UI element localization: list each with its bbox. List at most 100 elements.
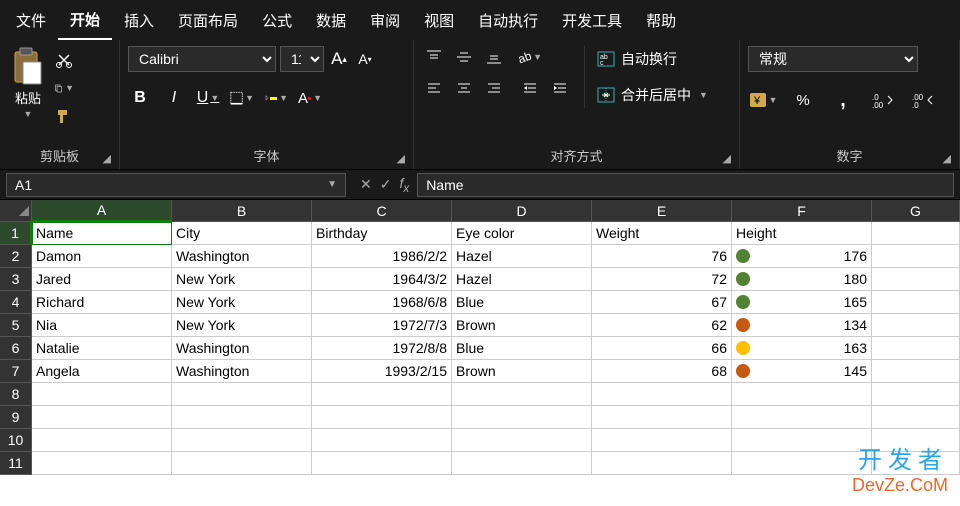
cell-G2[interactable]	[872, 245, 960, 268]
orientation-icon[interactable]: ab▼	[518, 46, 542, 68]
cell-E6[interactable]: 66	[592, 337, 732, 360]
row-header-9[interactable]: 9	[0, 406, 32, 429]
fill-color-button[interactable]: ▼	[264, 86, 288, 110]
col-header-A[interactable]: A	[32, 200, 172, 222]
align-right-icon[interactable]	[482, 78, 506, 100]
cell-B6[interactable]: Washington	[172, 337, 312, 360]
menu-item-1[interactable]: 开始	[58, 1, 112, 40]
menu-item-9[interactable]: 开发工具	[550, 2, 634, 39]
row-header-5[interactable]: 5	[0, 314, 32, 337]
menu-item-7[interactable]: 视图	[412, 2, 466, 39]
cell-F1[interactable]: Height	[732, 222, 872, 245]
cell-B2[interactable]: Washington	[172, 245, 312, 268]
cell-C2[interactable]: 1986/2/2	[312, 245, 452, 268]
cell-E4[interactable]: 67	[592, 291, 732, 314]
cell-C11[interactable]	[312, 452, 452, 475]
cell-C3[interactable]: 1964/3/2	[312, 268, 452, 291]
cell-D11[interactable]	[452, 452, 592, 475]
cell-D6[interactable]: Blue	[452, 337, 592, 360]
cell-A7[interactable]: Angela	[32, 360, 172, 383]
cell-C1[interactable]: Birthday	[312, 222, 452, 245]
decrease-indent-icon[interactable]	[518, 78, 542, 100]
border-button[interactable]: ▼	[230, 86, 254, 110]
cell-B5[interactable]: New York	[172, 314, 312, 337]
cell-E8[interactable]	[592, 383, 732, 406]
cell-A1[interactable]: Name	[32, 222, 172, 245]
row-header-1[interactable]: 1	[0, 222, 32, 245]
row-header-6[interactable]: 6	[0, 337, 32, 360]
comma-format-icon[interactable]: ,	[828, 88, 858, 112]
row-header-10[interactable]: 10	[0, 429, 32, 452]
cell-D10[interactable]	[452, 429, 592, 452]
decrease-font-icon[interactable]: A▾	[354, 48, 376, 70]
cell-A4[interactable]: Richard	[32, 291, 172, 314]
cell-B4[interactable]: New York	[172, 291, 312, 314]
cell-A6[interactable]: Natalie	[32, 337, 172, 360]
confirm-formula-icon[interactable]: ✓	[380, 176, 392, 193]
increase-indent-icon[interactable]	[548, 78, 572, 100]
cell-F8[interactable]	[732, 383, 872, 406]
cell-G4[interactable]	[872, 291, 960, 314]
cell-F10[interactable]	[732, 429, 872, 452]
col-header-B[interactable]: B	[172, 200, 312, 222]
cell-B9[interactable]	[172, 406, 312, 429]
cell-B10[interactable]	[172, 429, 312, 452]
cell-C9[interactable]	[312, 406, 452, 429]
bold-button[interactable]: B	[128, 86, 152, 110]
cell-F2[interactable]: 176	[732, 245, 872, 268]
copy-icon[interactable]: ▼	[54, 78, 74, 98]
cell-C4[interactable]: 1968/6/8	[312, 291, 452, 314]
cell-G5[interactable]	[872, 314, 960, 337]
align-center-icon[interactable]	[452, 78, 476, 100]
cell-E11[interactable]	[592, 452, 732, 475]
menu-item-0[interactable]: 文件	[4, 2, 58, 39]
row-header-7[interactable]: 7	[0, 360, 32, 383]
paste-icon[interactable]	[8, 46, 48, 86]
cell-D9[interactable]	[452, 406, 592, 429]
cell-B7[interactable]: Washington	[172, 360, 312, 383]
cell-A2[interactable]: Damon	[32, 245, 172, 268]
decrease-decimal-icon[interactable]: .00.0	[908, 88, 938, 112]
menu-item-4[interactable]: 公式	[250, 2, 304, 39]
cell-F11[interactable]	[732, 452, 872, 475]
cell-D7[interactable]: Brown	[452, 360, 592, 383]
select-all-corner[interactable]	[0, 200, 32, 222]
row-header-2[interactable]: 2	[0, 245, 32, 268]
cell-G1[interactable]	[872, 222, 960, 245]
cell-D5[interactable]: Brown	[452, 314, 592, 337]
cell-C8[interactable]	[312, 383, 452, 406]
align-top-icon[interactable]	[422, 46, 446, 68]
cell-B8[interactable]	[172, 383, 312, 406]
cell-E2[interactable]: 76	[592, 245, 732, 268]
menu-item-3[interactable]: 页面布局	[166, 2, 250, 39]
cell-C5[interactable]: 1972/7/3	[312, 314, 452, 337]
cell-E7[interactable]: 68	[592, 360, 732, 383]
font-color-button[interactable]: A▼	[298, 86, 322, 110]
row-header-8[interactable]: 8	[0, 383, 32, 406]
font-launcher[interactable]: ◢	[397, 152, 405, 165]
cell-A8[interactable]	[32, 383, 172, 406]
cell-B11[interactable]	[172, 452, 312, 475]
cell-G3[interactable]	[872, 268, 960, 291]
paste-dropdown[interactable]: ▼	[24, 109, 33, 119]
cell-F3[interactable]: 180	[732, 268, 872, 291]
increase-font-icon[interactable]: A▴	[328, 48, 350, 70]
cell-C7[interactable]: 1993/2/15	[312, 360, 452, 383]
cell-D1[interactable]: Eye color	[452, 222, 592, 245]
col-header-C[interactable]: C	[312, 200, 452, 222]
menu-item-2[interactable]: 插入	[112, 2, 166, 39]
menu-item-8[interactable]: 自动执行	[466, 2, 550, 39]
row-header-4[interactable]: 4	[0, 291, 32, 314]
format-painter-icon[interactable]	[54, 106, 74, 126]
cell-G11[interactable]	[872, 452, 960, 475]
cell-E9[interactable]	[592, 406, 732, 429]
cell-F4[interactable]: 165	[732, 291, 872, 314]
menu-item-5[interactable]: 数据	[304, 2, 358, 39]
cancel-formula-icon[interactable]: ✕	[360, 176, 372, 193]
cell-D4[interactable]: Blue	[452, 291, 592, 314]
alignment-launcher[interactable]: ◢	[723, 152, 731, 165]
cell-D2[interactable]: Hazel	[452, 245, 592, 268]
cell-D8[interactable]	[452, 383, 592, 406]
cell-G7[interactable]	[872, 360, 960, 383]
align-middle-icon[interactable]	[452, 46, 476, 68]
